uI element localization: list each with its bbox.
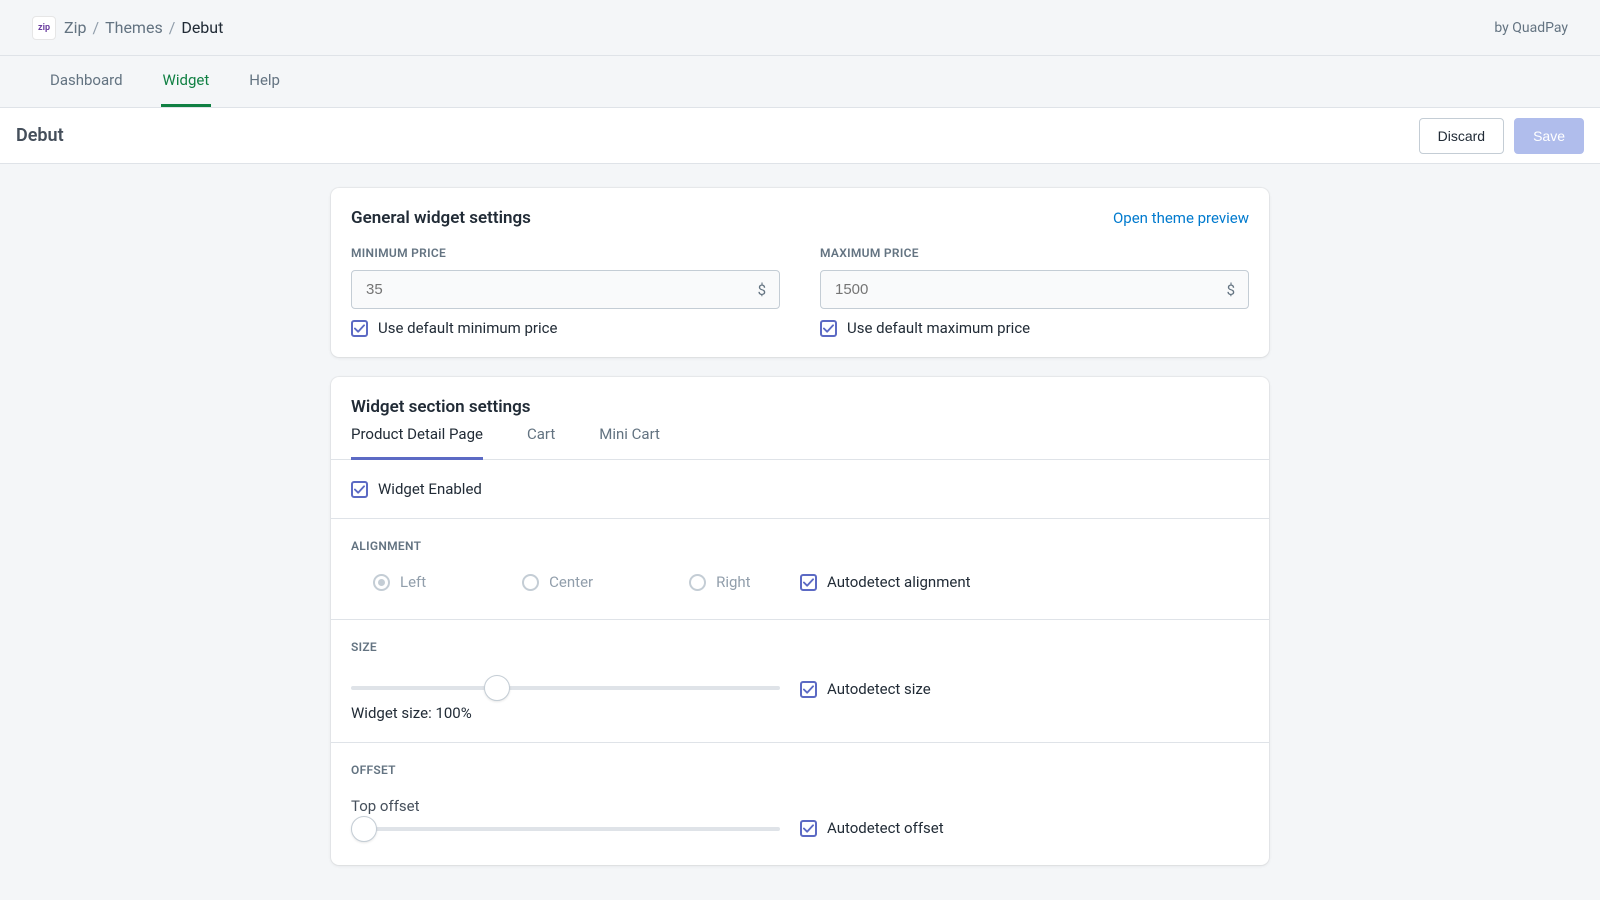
section-tab-cart[interactable]: Cart: [527, 425, 555, 460]
breadcrumb-sep: /: [169, 18, 176, 37]
offset-title: OFFSET: [351, 763, 1249, 777]
alignment-left-label: Left: [400, 573, 426, 591]
max-price-suffix: $: [1227, 281, 1235, 299]
size-slider[interactable]: [351, 686, 780, 690]
max-default-checkbox[interactable]: [820, 320, 837, 337]
autodetect-alignment-checkbox[interactable]: [800, 574, 817, 591]
tab-help[interactable]: Help: [247, 56, 282, 107]
section-tab-minicart[interactable]: Mini Cart: [599, 425, 660, 460]
widget-enabled-label: Widget Enabled: [378, 480, 482, 498]
size-slider-thumb[interactable]: [484, 675, 510, 701]
section-settings-card: Widget section settings Product Detail P…: [331, 377, 1269, 865]
save-button[interactable]: Save: [1514, 118, 1584, 154]
check-icon: [354, 323, 365, 334]
check-icon: [803, 577, 814, 588]
alignment-center-radio[interactable]: [522, 574, 539, 591]
size-title: SIZE: [351, 640, 1249, 654]
breadcrumb-parent[interactable]: Themes: [105, 18, 163, 37]
open-theme-preview-link[interactable]: Open theme preview: [1113, 209, 1249, 227]
min-price-label: MINIMUM PRICE: [351, 246, 780, 260]
alignment-title: ALIGNMENT: [351, 539, 1249, 553]
max-price-input[interactable]: [820, 270, 1249, 309]
breadcrumb-current: Debut: [181, 18, 223, 37]
title-bar: Debut Discard Save: [0, 108, 1600, 164]
alignment-right-label: Right: [716, 573, 750, 591]
check-icon: [803, 823, 814, 834]
min-default-checkbox[interactable]: [351, 320, 368, 337]
widget-enabled-checkbox[interactable]: [351, 481, 368, 498]
main-tabs: Dashboard Widget Help: [0, 56, 1600, 108]
max-price-label: MAXIMUM PRICE: [820, 246, 1249, 260]
content-scroll[interactable]: General widget settings Open theme previ…: [0, 164, 1600, 900]
alignment-left-radio[interactable]: [373, 574, 390, 591]
autodetect-offset-label: Autodetect offset: [827, 819, 944, 837]
section-settings-title: Widget section settings: [351, 397, 531, 417]
general-settings-title: General widget settings: [351, 208, 531, 228]
breadcrumb: zip Zip / Themes / Debut: [32, 16, 223, 40]
autodetect-size-label: Autodetect size: [827, 680, 931, 698]
top-offset-label: Top offset: [351, 797, 780, 815]
credit-label: by QuadPay: [1494, 20, 1568, 36]
autodetect-size-checkbox[interactable]: [800, 681, 817, 698]
page-title: Debut: [16, 125, 64, 146]
alignment-right-radio[interactable]: [689, 574, 706, 591]
min-price-suffix: $: [758, 281, 766, 299]
top-bar: zip Zip / Themes / Debut by QuadPay: [0, 0, 1600, 56]
autodetect-offset-checkbox[interactable]: [800, 820, 817, 837]
min-default-label: Use default minimum price: [378, 319, 557, 337]
check-icon: [803, 684, 814, 695]
top-offset-slider-thumb[interactable]: [351, 816, 377, 842]
max-default-label: Use default maximum price: [847, 319, 1030, 337]
check-icon: [823, 323, 834, 334]
zip-app-icon: zip: [32, 16, 56, 40]
size-value-label: Widget size: 100%: [351, 704, 780, 722]
top-offset-slider[interactable]: [351, 827, 780, 831]
breadcrumb-sep: /: [92, 18, 99, 37]
min-price-input[interactable]: [351, 270, 780, 309]
tab-dashboard[interactable]: Dashboard: [48, 56, 125, 107]
autodetect-alignment-label: Autodetect alignment: [827, 573, 971, 591]
discard-button[interactable]: Discard: [1419, 118, 1504, 154]
section-tab-pdp[interactable]: Product Detail Page: [351, 425, 483, 460]
breadcrumb-app[interactable]: Zip: [64, 18, 86, 37]
alignment-center-label: Center: [549, 573, 593, 591]
tab-widget[interactable]: Widget: [161, 56, 212, 107]
general-settings-card: General widget settings Open theme previ…: [331, 188, 1269, 357]
check-icon: [354, 484, 365, 495]
